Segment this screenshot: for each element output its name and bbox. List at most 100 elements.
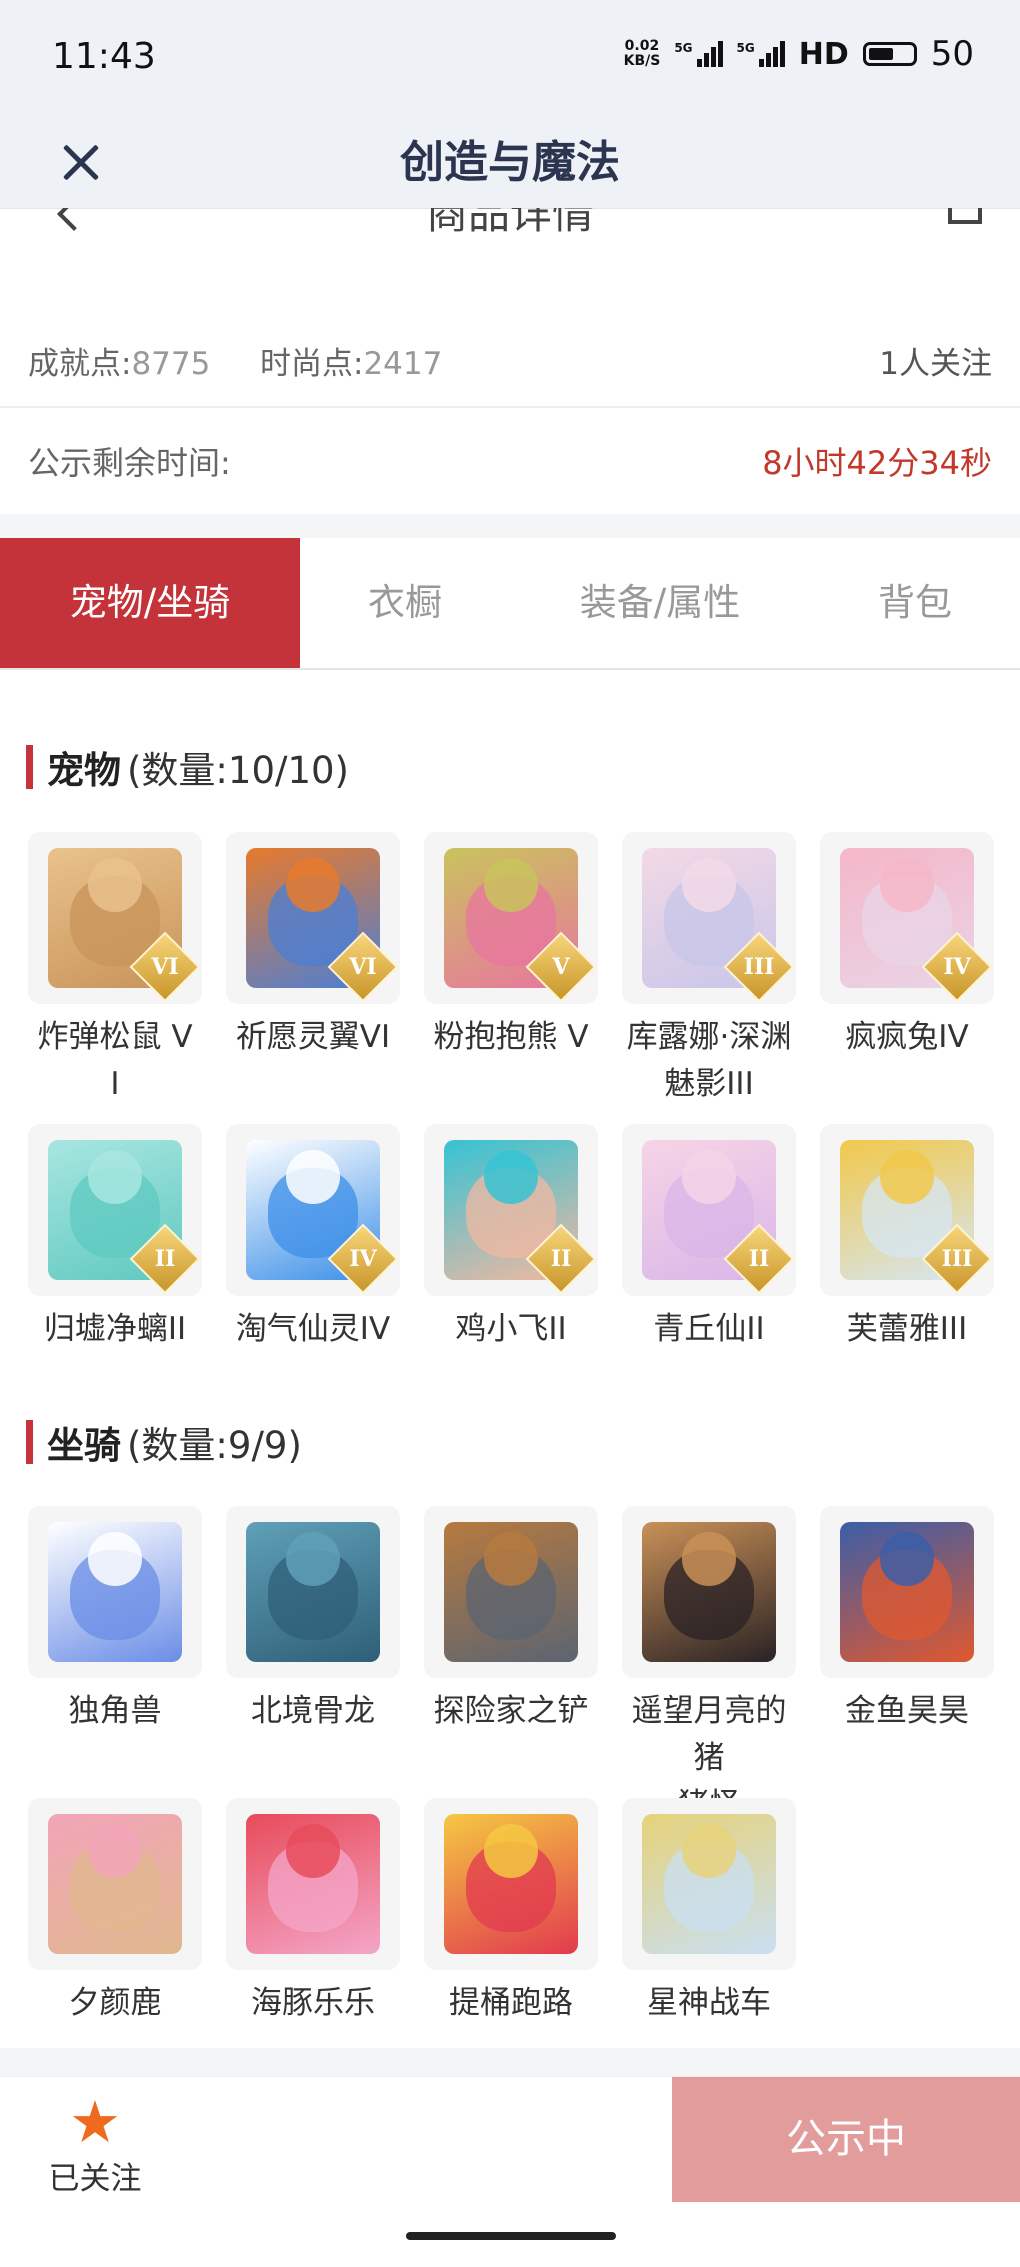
item-label: 海豚乐乐 [251, 1985, 375, 2021]
item-thumbnail [424, 1798, 598, 1970]
item-thumbnail: II [622, 1124, 796, 1296]
grid-item[interactable]: VI 祈愿灵翼VI [224, 832, 402, 1061]
fashion-points: 时尚点:2417 [260, 346, 443, 382]
tab-pets-mounts[interactable]: 宠物/坐骑 [0, 538, 300, 668]
goldfish-mount-icon [840, 1522, 974, 1662]
pig-mount-icon [642, 1522, 776, 1662]
status-bar: 11:43 0.02 KB/S 5G 5G HD 50 [0, 0, 1020, 118]
dolphin-mount-icon [246, 1814, 380, 1954]
item-label: 探险家之铲 [433, 1693, 589, 1729]
grid-item[interactable]: 提桶跑路 [422, 1798, 600, 2027]
follow-label: 已关注 [48, 2161, 142, 2197]
publicity-status-button[interactable]: 公示中 [672, 2077, 1020, 2202]
grid-item[interactable]: 北境骨龙 [224, 1506, 402, 1735]
status-icons: 0.02 KB/S 5G 5G HD 50 [624, 34, 974, 74]
grid-item[interactable]: 探险家之铲 [422, 1506, 600, 1735]
item-label: 鸡小飞II [455, 1311, 567, 1347]
follow-button[interactable]: ★ 已关注 [30, 2091, 160, 2198]
item-thumbnail: III [820, 1124, 994, 1296]
tab-equipment[interactable]: 装备/属性 [540, 538, 780, 668]
publicity-time-row: 公示剩余时间: 8小时42分34秒 [0, 420, 1020, 500]
deer-mount-icon [48, 1814, 182, 1954]
item-thumbnail [28, 1798, 202, 1970]
grid-item[interactable]: IV 疯疯兔IV [818, 832, 996, 1061]
publicity-label: 公示剩余时间: [28, 444, 231, 482]
grid-item[interactable]: II 鸡小飞II [422, 1124, 600, 1353]
item-label: 青丘仙II [653, 1311, 765, 1347]
grid-item[interactable]: IV 淘气仙灵IV [224, 1124, 402, 1353]
publicity-countdown: 8小时42分34秒 [762, 444, 992, 482]
item-label: 芙蕾雅III [846, 1311, 968, 1347]
divider [0, 406, 1020, 408]
hd-icon: HD [798, 36, 849, 72]
item-label: 粉抱抱熊 V [433, 1019, 589, 1055]
tab-backpack[interactable]: 背包 [800, 538, 1020, 668]
item-thumbnail [226, 1506, 400, 1678]
tab-bar: 宠物/坐骑 衣橱 装备/属性 背包 [0, 538, 1020, 670]
item-thumbnail: IV [820, 832, 994, 1004]
item-label: 祈愿灵翼VI [235, 1019, 391, 1055]
sub-header: 商品详情 [0, 208, 1020, 248]
section-gap [0, 514, 1020, 538]
grid-item[interactable]: II 归墟净螭II [26, 1124, 204, 1353]
item-thumbnail [622, 1798, 796, 1970]
net-speed: 0.02 KB/S [623, 38, 661, 69]
grid-item[interactable]: 海豚乐乐 [224, 1798, 402, 2027]
bone-dragon-mount-icon [246, 1522, 380, 1662]
section-title: 宠物 [47, 749, 121, 792]
grid-item[interactable]: II 青丘仙II [620, 1124, 798, 1353]
item-thumbnail: IV [226, 1124, 400, 1296]
share-icon[interactable] [948, 208, 982, 224]
signal-icon: 5G [737, 41, 785, 67]
stats-row: 成就点:8775 时尚点:2417 1人关注 [0, 320, 1020, 390]
item-label: 夕颜鹿 [68, 1985, 162, 2021]
section-title: 坐骑 [47, 1424, 121, 1467]
grid-item[interactable]: 星神战车 [620, 1798, 798, 2027]
grid-item[interactable]: III 库露娜·深渊 魅影III [620, 832, 798, 1108]
section-accent-bar [26, 745, 33, 789]
mounts-section-header: 坐骑 (数量:9/9) [26, 1415, 302, 1469]
item-thumbnail: II [424, 1124, 598, 1296]
achievement-points: 成就点:8775 [28, 346, 211, 382]
grid-item[interactable]: III 芙蕾雅III [818, 1124, 996, 1353]
item-thumbnail: III [622, 832, 796, 1004]
item-label: 淘气仙灵IV [235, 1311, 391, 1347]
sub-title: 商品详情 [425, 208, 594, 238]
page-title: 创造与魔法 [400, 137, 620, 188]
item-label: 金鱼昊昊 [845, 1693, 969, 1729]
item-label: 归墟净螭II [43, 1311, 187, 1347]
battery-level: 50 [930, 34, 974, 74]
item-thumbnail: II [28, 1124, 202, 1296]
battery-icon [862, 42, 917, 66]
app-header: 创造与魔法 [0, 118, 1020, 209]
item-label: 北境骨龙 [251, 1693, 375, 1729]
item-thumbnail: V [424, 832, 598, 1004]
signal-icon: 5G [674, 41, 723, 67]
section-count: (数量:9/9) [127, 1424, 302, 1467]
grid-item[interactable]: 金鱼昊昊 [818, 1506, 996, 1735]
grid-item[interactable]: VI 炸弹松鼠 VI [26, 832, 204, 1108]
grid-item[interactable]: 遥望月亮的猪猪怪 [620, 1506, 798, 1829]
pets-section-header: 宠物 (数量:10/10) [26, 740, 349, 794]
item-thumbnail [424, 1506, 598, 1678]
grid-item[interactable]: 独角兽 [26, 1506, 204, 1735]
item-thumbnail [226, 1798, 400, 1970]
home-indicator [406, 2232, 616, 2240]
star-icon: ★ [69, 2088, 121, 2156]
item-label: 提桶跑路 [449, 1985, 573, 2021]
star-chariot-mount-icon [642, 1814, 776, 1954]
unicorn-mount-icon [48, 1522, 182, 1662]
grid-item[interactable]: 夕颜鹿 [26, 1798, 204, 2027]
item-label: 库露娜·深渊 魅影III [626, 1019, 792, 1102]
bottom-action-bar: ★ 已关注 公示中 [0, 2076, 1020, 2202]
status-time: 11:43 [52, 36, 156, 77]
item-label: 独角兽 [68, 1693, 162, 1729]
grid-item[interactable]: V 粉抱抱熊 V [422, 832, 600, 1061]
item-thumbnail [820, 1506, 994, 1678]
section-accent-bar [26, 1420, 33, 1464]
item-label: 炸弹松鼠 VI [37, 1019, 193, 1102]
tab-wardrobe[interactable]: 衣橱 [300, 538, 510, 668]
bucket-mount-icon [444, 1814, 578, 1954]
section-gap [0, 2048, 1020, 2076]
item-label: 星神战车 [647, 1985, 771, 2021]
